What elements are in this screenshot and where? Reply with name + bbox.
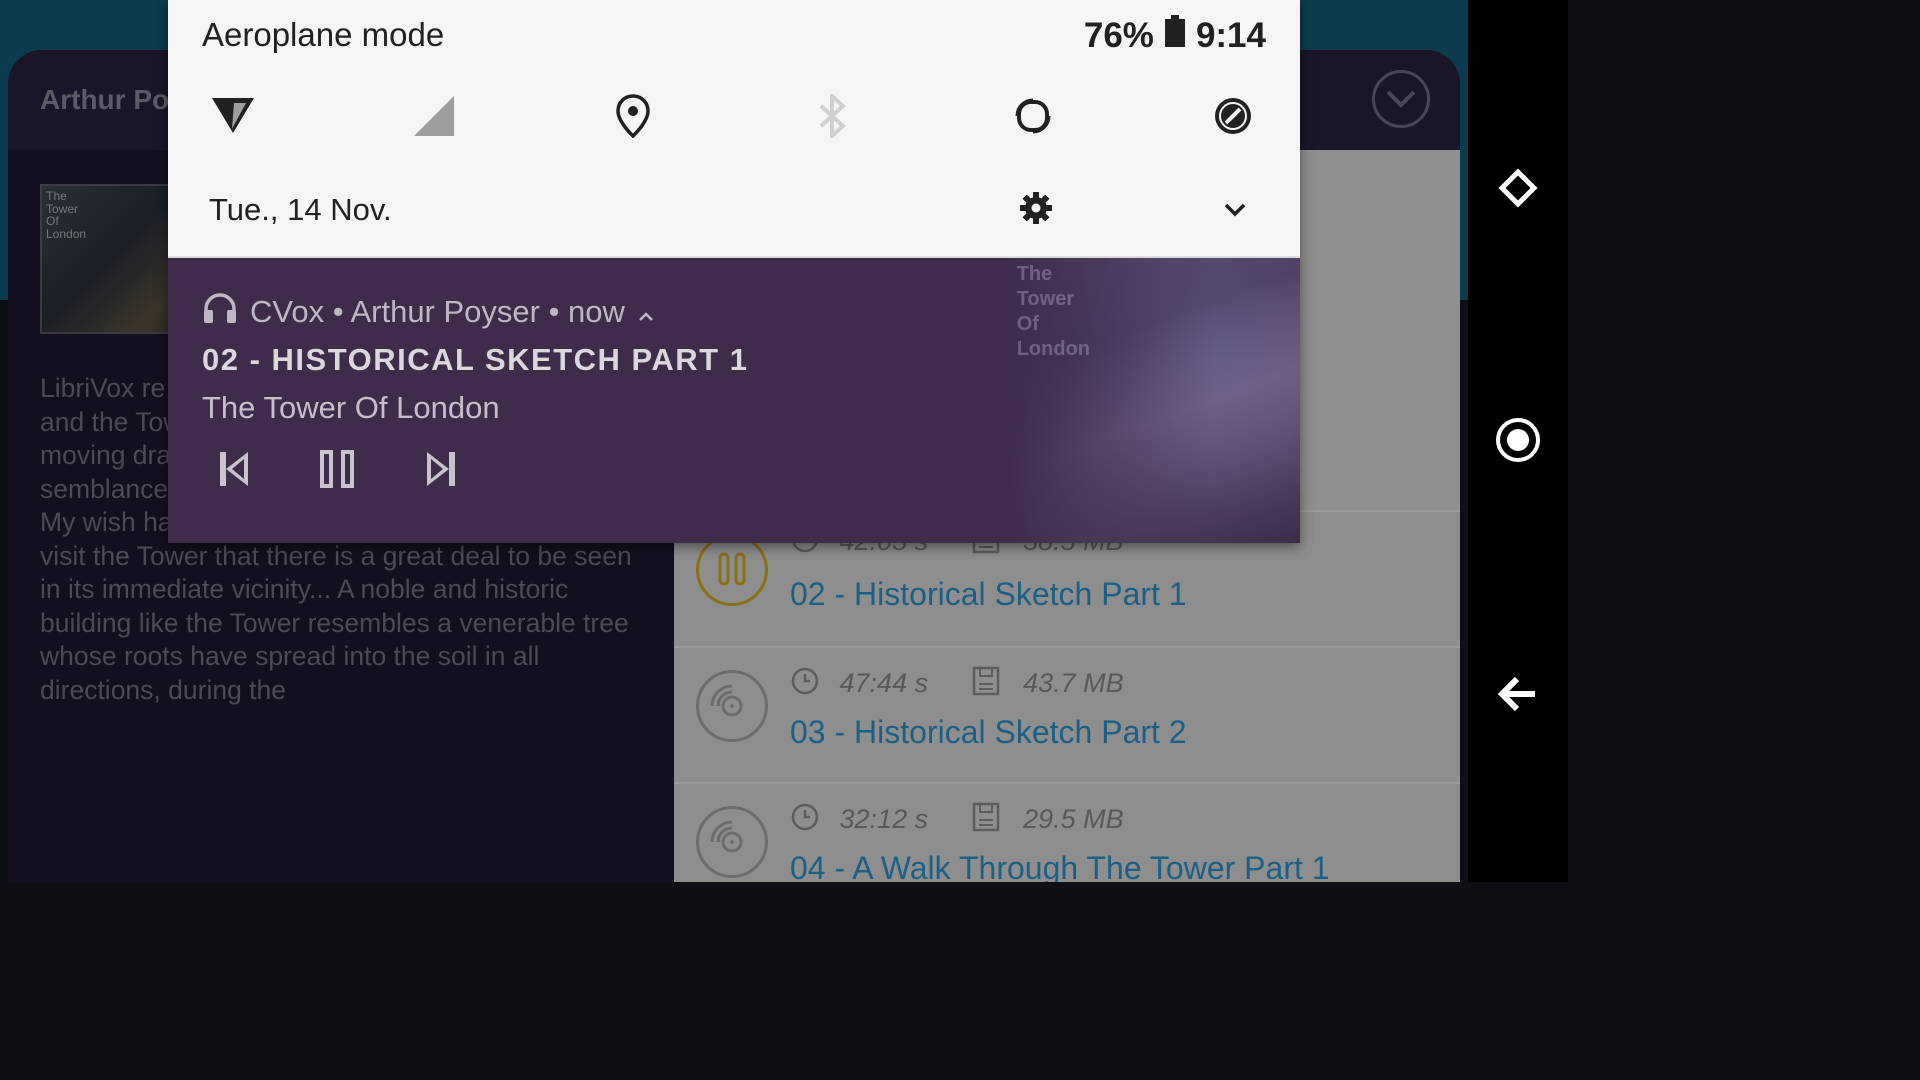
disc-icon[interactable] [696, 806, 768, 878]
collapse-button[interactable] [1372, 70, 1430, 128]
album-art-text: The Tower Of London [1016, 263, 1090, 360]
clock-icon [790, 802, 820, 839]
chevron-up-icon[interactable] [637, 294, 655, 330]
battery-percent: 76% [1083, 15, 1154, 55]
disc-icon[interactable] [696, 670, 768, 742]
track-meta: 47:44 s 43.7 MB [790, 666, 1124, 703]
date-label: Tue., 14 Nov. [209, 192, 392, 227]
status-indicators: 76% 9:14 [1084, 14, 1266, 57]
app-title: Arthur Po [40, 84, 170, 115]
settings-gear-icon[interactable] [1018, 190, 1054, 226]
notification-subtitle: The Tower Of London [202, 390, 500, 425]
track-size: 29.5 MB [1023, 803, 1124, 834]
chevron-down-icon [1386, 90, 1416, 108]
notification-header-text: CVox • Arthur Poyser • now [250, 294, 625, 329]
media-notification[interactable]: The Tower Of London CVox • Arthur Poyser… [168, 258, 1300, 543]
pause-icon[interactable] [696, 534, 768, 606]
back-icon[interactable] [1492, 668, 1544, 720]
track-row-03[interactable]: 47:44 s 43.7 MB 03 - Historical Sketch P… [674, 646, 1460, 782]
clock-icon [790, 666, 820, 703]
notification-title: 02 - HISTORICAL SKETCH PART 1 [202, 342, 749, 377]
storage-icon [972, 666, 1000, 703]
track-duration: 32:12 s [839, 803, 929, 834]
clock: 9:14 [1195, 15, 1266, 55]
storage-icon [972, 802, 1000, 839]
location-icon[interactable] [605, 88, 661, 144]
track-duration: 47:44 s [839, 667, 929, 698]
auto-rotate-icon[interactable] [1005, 88, 1061, 144]
cellular-signal-icon[interactable] [405, 88, 461, 144]
notification-header[interactable]: CVox • Arthur Poyser • now [202, 292, 655, 332]
track-title[interactable]: 03 - Historical Sketch Part 2 [790, 714, 1187, 751]
navigation-bar [1468, 0, 1568, 882]
track-title[interactable]: 02 - Historical Sketch Part 1 [790, 576, 1187, 613]
track-title[interactable]: 04 - A Walk Through The Tower Part 1 [790, 850, 1330, 882]
quick-settings-panel: Aeroplane mode 76% 9:14 Tue., 14 Nov. [168, 0, 1300, 258]
home-icon[interactable] [1492, 414, 1544, 466]
book-cover-text: The Tower Of London [46, 189, 87, 241]
notification-shade[interactable]: Aeroplane mode 76% 9:14 Tue., 14 Nov. Th… [168, 0, 1300, 543]
headphones-icon [202, 292, 238, 332]
data-saver-icon[interactable] [1205, 88, 1261, 144]
wifi-icon[interactable] [205, 88, 261, 144]
skip-previous-icon[interactable] [209, 444, 259, 494]
rotate-icon[interactable] [1492, 162, 1544, 214]
bluetooth-icon[interactable] [805, 88, 861, 144]
pause-icon[interactable] [312, 444, 362, 494]
skip-next-icon[interactable] [416, 444, 466, 494]
battery-icon [1164, 14, 1186, 57]
track-meta: 32:12 s 29.5 MB [790, 802, 1124, 839]
track-row-04[interactable]: 32:12 s 29.5 MB 04 - A Walk Through The … [674, 782, 1460, 882]
airplane-mode-label: Aeroplane mode [202, 16, 445, 53]
track-size: 43.7 MB [1023, 667, 1124, 698]
chevron-down-icon[interactable] [1218, 192, 1252, 226]
